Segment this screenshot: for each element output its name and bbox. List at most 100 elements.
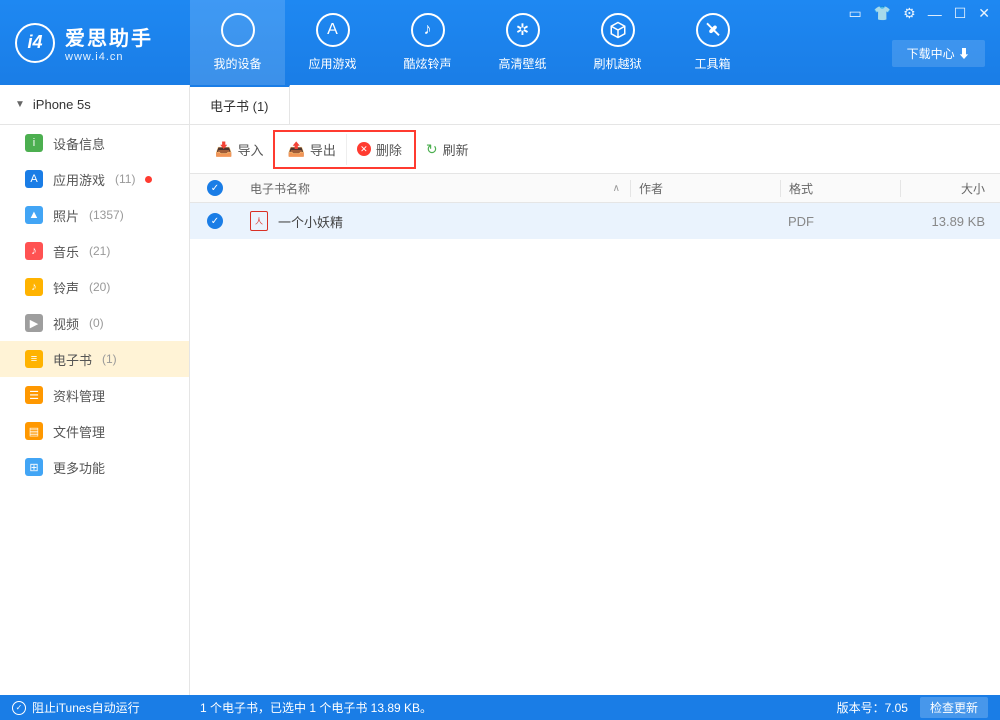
nav-label: 应用游戏 (308, 55, 356, 72)
col-size[interactable]: 大小 (900, 180, 1000, 197)
export-label: 导出 (310, 140, 336, 159)
bell-icon: ♪ (411, 13, 445, 47)
side-icon: ▲ (25, 206, 43, 224)
refresh-button[interactable]: ↻ 刷新 (416, 134, 479, 165)
side-icon: A (25, 170, 43, 188)
tools-icon (696, 13, 730, 47)
logo-block: i4 爱思助手 www.i4.cn (0, 0, 190, 85)
itunes-label: 阻止iTunes自动运行 (32, 699, 140, 716)
chevron-down-icon: ▼ (15, 99, 25, 110)
toolbar: 📥 导入 📤 导出 ✕ 删除 ↻ 刷新 (190, 125, 1000, 173)
col-name-label: 电子书名称 (250, 180, 310, 197)
refresh-icon: ↻ (426, 141, 438, 158)
side-icon: ♪ (25, 242, 43, 260)
side-label: 电子书 (53, 350, 92, 369)
ebook-name: 一个小妖精 (278, 212, 343, 231)
app-header: i4 爱思助手 www.i4.cn 我的设备 A 应用游戏 ♪ 酷炫铃声 ✲ 高… (0, 0, 1000, 85)
version-label: 版本号：7.05 (837, 699, 908, 716)
sidebar-item-6[interactable]: ≡ 电子书 (1) (0, 341, 189, 377)
window-controls: ▭ 👕 ⚙ — ☐ ✕ (848, 5, 990, 22)
logo-en: www.i4.cn (65, 51, 153, 63)
folder-out-icon: 📤 (287, 141, 304, 158)
table-row[interactable]: ✓ 人 一个小妖精 PDF 13.89 KB (190, 203, 1000, 239)
folder-in-icon: 📥 (215, 141, 232, 158)
col-author[interactable]: 作者 (630, 180, 780, 197)
sidebar-item-9[interactable]: ⊞ 更多功能 (0, 449, 189, 485)
export-button[interactable]: 📤 导出 (277, 134, 345, 165)
feedback-icon[interactable]: ▭ (848, 5, 861, 22)
tab-bar: 电子书 (1) (190, 85, 1000, 125)
app-icon: A (316, 13, 350, 47)
sidebar-item-8[interactable]: ▤ 文件管理 (0, 413, 189, 449)
nav-my-device[interactable]: 我的设备 (190, 0, 285, 85)
side-count: (1) (102, 352, 117, 366)
device-selector[interactable]: ▼ iPhone 5s (0, 85, 189, 125)
sidebar-item-7[interactable]: ☰ 资料管理 (0, 377, 189, 413)
nav-label: 工具箱 (694, 55, 730, 72)
sidebar-item-3[interactable]: ♪ 音乐 (21) (0, 233, 189, 269)
delete-button[interactable]: ✕ 删除 (346, 134, 412, 165)
col-format[interactable]: 格式 (780, 180, 900, 197)
import-label: 导入 (237, 140, 263, 159)
content-area: 电子书 (1) 📥 导入 📤 导出 ✕ 删除 ↻ 刷新 (190, 85, 1000, 695)
import-button[interactable]: 📥 导入 (205, 134, 273, 165)
nav-toolbox[interactable]: 工具箱 (665, 0, 760, 85)
logo-cn: 爱思助手 (65, 22, 153, 51)
nav-label: 酷炫铃声 (403, 55, 451, 72)
select-all[interactable]: ✓ (190, 180, 240, 196)
apple-icon (221, 13, 255, 47)
download-center-button[interactable]: 下载中心 ⬇ (892, 40, 985, 67)
status-right: 版本号：7.05 检查更新 (837, 697, 988, 718)
sidebar-item-5[interactable]: ▶ 视频 (0) (0, 305, 189, 341)
check-icon: ✓ (12, 701, 26, 715)
side-count: (0) (89, 316, 104, 330)
row-format-cell: PDF (780, 214, 900, 229)
nav-ringtones[interactable]: ♪ 酷炫铃声 (380, 0, 475, 85)
side-label: 应用游戏 (53, 170, 105, 189)
side-count: (21) (89, 244, 110, 258)
highlight-annotation: 📤 导出 ✕ 删除 (273, 130, 415, 169)
notification-dot (145, 176, 152, 183)
side-label: 设备信息 (53, 134, 105, 153)
sidebar-item-1[interactable]: A 应用游戏 (11) (0, 161, 189, 197)
side-label: 文件管理 (53, 422, 105, 441)
nav-jailbreak[interactable]: 刷机越狱 (570, 0, 665, 85)
col-name[interactable]: 电子书名称 ∧ (240, 180, 630, 197)
sidebar-item-4[interactable]: ♪ 铃声 (20) (0, 269, 189, 305)
check-update-button[interactable]: 检查更新 (920, 697, 988, 718)
check-icon: ✓ (207, 180, 223, 196)
side-icon: i (25, 134, 43, 152)
maximize-icon[interactable]: ☐ (954, 5, 967, 22)
sort-asc-icon: ∧ (613, 183, 620, 194)
side-count: (20) (89, 280, 110, 294)
nav-apps[interactable]: A 应用游戏 (285, 0, 380, 85)
side-count: (11) (115, 172, 135, 186)
tab-ebooks[interactable]: 电子书 (1) (190, 85, 290, 124)
side-icon: ≡ (25, 350, 43, 368)
row-name-cell: 人 一个小妖精 (240, 211, 630, 231)
pdf-icon: 人 (250, 211, 268, 231)
body: ▼ iPhone 5s i 设备信息 A 应用游戏 (11) ▲ 照片 (135… (0, 85, 1000, 695)
nav-wallpapers[interactable]: ✲ 高清壁纸 (475, 0, 570, 85)
nav-label: 我的设备 (213, 55, 261, 72)
itunes-block-toggle[interactable]: ✓ 阻止iTunes自动运行 (12, 699, 190, 716)
row-checkbox[interactable]: ✓ (190, 213, 240, 229)
side-label: 音乐 (53, 242, 79, 261)
tshirt-icon[interactable]: 👕 (874, 5, 891, 22)
side-label: 资料管理 (53, 386, 105, 405)
logo-icon: i4 (15, 23, 55, 63)
device-name: iPhone 5s (33, 97, 91, 112)
side-label: 照片 (53, 206, 79, 225)
sidebar-item-2[interactable]: ▲ 照片 (1357) (0, 197, 189, 233)
minimize-icon[interactable]: — (928, 6, 942, 22)
status-bar: ✓ 阻止iTunes自动运行 1 个电子书，已选中 1 个电子书 13.89 K… (0, 695, 1000, 720)
check-icon: ✓ (207, 213, 223, 229)
close-icon[interactable]: ✕ (978, 5, 990, 22)
logo-text: 爱思助手 www.i4.cn (65, 22, 153, 63)
settings-icon[interactable]: ⚙ (903, 5, 916, 22)
status-summary: 1 个电子书，已选中 1 个电子书 13.89 KB。 (190, 699, 837, 716)
side-label: 视频 (53, 314, 79, 333)
sidebar-item-0[interactable]: i 设备信息 (0, 125, 189, 161)
side-count: (1357) (89, 208, 124, 222)
row-size-cell: 13.89 KB (900, 214, 1000, 229)
